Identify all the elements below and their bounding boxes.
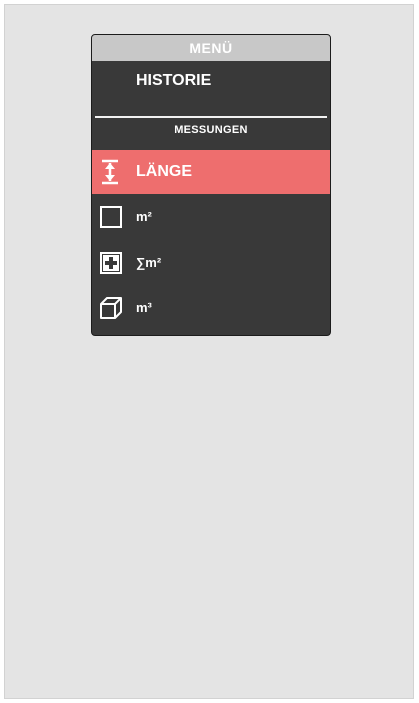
length-icon <box>102 159 118 185</box>
menu-item-length[interactable]: LÄNGE <box>92 150 330 194</box>
menu-title: MENÜ <box>92 35 330 61</box>
menu-item-volume-label: m³ <box>136 300 152 315</box>
history-menu-item[interactable]: HISTORIE <box>136 71 211 91</box>
area-sum-icon <box>100 252 122 274</box>
menu-item-volume[interactable]: m³ <box>92 286 330 330</box>
volume-icon <box>100 297 122 319</box>
menu-item-area[interactable]: m² <box>92 195 330 239</box>
menu-item-area-sum-label: ∑m² <box>136 255 162 270</box>
menu-item-area-sum[interactable]: ∑m² <box>92 241 330 285</box>
menu-item-length-label: LÄNGE <box>136 163 192 180</box>
device-screen: MENÜ HISTORIE MESSUNGEN LÄNGE m² ∑m² m³ <box>4 4 414 699</box>
menu-item-area-label: m² <box>136 209 152 224</box>
area-icon <box>100 206 122 228</box>
measurements-section-title: MESSUNGEN <box>174 124 248 136</box>
menu-divider <box>95 116 327 118</box>
menu-panel: MENÜ HISTORIE MESSUNGEN LÄNGE m² ∑m² m³ <box>91 34 331 336</box>
